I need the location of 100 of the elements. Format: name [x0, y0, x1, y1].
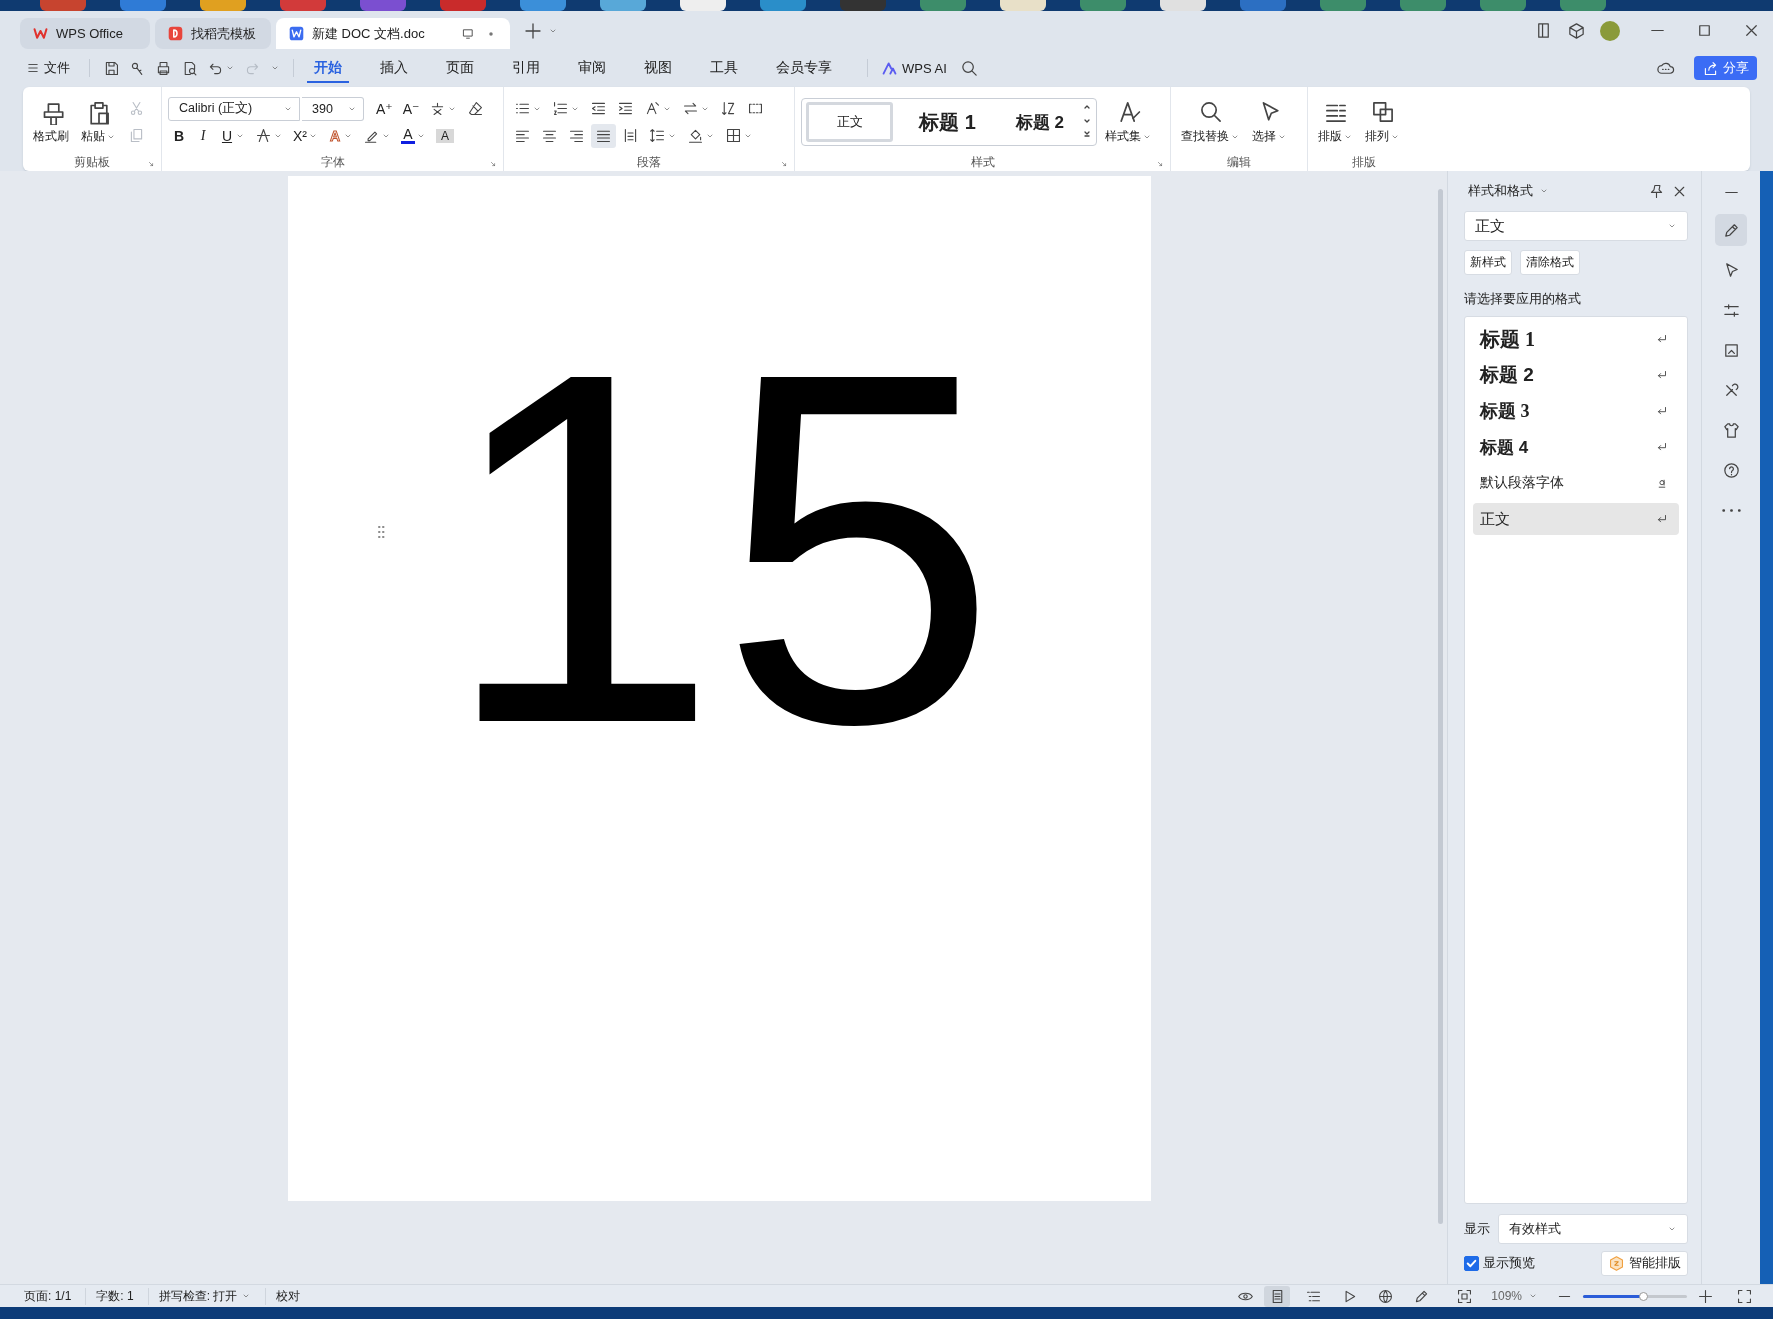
style-item[interactable]: 标题 1 — [1473, 323, 1679, 355]
proofread-button[interactable]: 校对 — [276, 1287, 315, 1305]
cube-icon[interactable] — [1567, 21, 1586, 40]
page-view-button[interactable] — [1264, 1285, 1291, 1307]
swap-arrows-icon — [682, 100, 699, 117]
pin-icon[interactable] — [1648, 182, 1665, 200]
smart-layout-button[interactable]: 智能排版 — [1601, 1251, 1688, 1276]
show-dropdown[interactable]: 有效样式 — [1498, 1214, 1688, 1244]
style-item[interactable]: 正文 — [1473, 503, 1679, 535]
style-set-button[interactable]: 样式集 — [1101, 97, 1156, 147]
badge-icon — [1608, 1255, 1625, 1272]
borders-icon — [725, 127, 742, 144]
paintbrush-button[interactable]: 格式刷 — [29, 97, 73, 147]
wps-logo-icon — [32, 25, 49, 42]
style-item[interactable]: 标题 2 — [1473, 359, 1679, 391]
dialog-launcher-icon[interactable] — [780, 160, 788, 168]
tool-button[interactable]: I — [192, 123, 214, 148]
spell-check-button[interactable]: 拼写检查: 打开 — [158, 1287, 267, 1305]
menu-icon — [26, 61, 40, 75]
desktop-icon[interactable] — [200, 0, 246, 11]
ribbon-tab[interactable]: 引用 — [505, 53, 547, 83]
zoom-in-icon[interactable] — [1697, 1287, 1714, 1305]
help-icon — [1721, 460, 1741, 480]
group-label: 段落 — [637, 154, 661, 170]
search-icon — [959, 58, 979, 78]
ribbon-tab[interactable]: 插入 — [373, 53, 415, 83]
scrollbar[interactable] — [1438, 189, 1443, 1224]
tool-button[interactable]: A⁻ — [398, 96, 424, 121]
search-button[interactable]: 查找替换 — [1177, 97, 1244, 147]
clipboard-button[interactable]: 粘贴 — [77, 97, 120, 147]
desktop-icon[interactable] — [600, 0, 646, 11]
word-count[interactable]: 字数: 1 — [96, 1287, 149, 1305]
font-size-dropdown[interactable]: 390 — [302, 96, 364, 121]
style-preset[interactable]: 正文 — [806, 102, 894, 142]
tool-button[interactable]: B — [168, 123, 190, 148]
document-tab[interactable]: 找稻壳模板 — [155, 18, 271, 49]
style-preset[interactable]: 标题 2 — [1001, 102, 1078, 142]
style-item[interactable]: 标题 4 — [1473, 431, 1679, 463]
slider-thumb[interactable] — [1639, 1291, 1649, 1301]
group-label: 剪贴板 — [74, 154, 110, 170]
current-style-dropdown[interactable]: 正文 — [1464, 211, 1688, 241]
show-label: 显示 — [1464, 1220, 1490, 1238]
document-text: 15 — [441, 298, 998, 798]
paint-bucket-icon — [687, 127, 704, 144]
eraser-icon — [467, 100, 485, 117]
panel-title[interactable]: 样式和格式 — [1468, 182, 1533, 200]
fullscreen-icon[interactable] — [1736, 1287, 1753, 1305]
checkmark-icon — [1465, 1257, 1478, 1270]
globe-icon — [1376, 1287, 1394, 1305]
ribbon-tab[interactable]: 开始 — [307, 53, 349, 83]
sort-icon — [720, 100, 737, 117]
template-logo-icon — [167, 25, 184, 42]
justify-button[interactable] — [591, 123, 616, 148]
zoom-dropdown[interactable]: 109% — [1491, 1289, 1538, 1303]
wps-ai-button[interactable]: WPS AI — [881, 59, 947, 77]
font-name-dropdown[interactable]: Calibri (正文) — [168, 96, 300, 121]
decrease-indent-icon — [590, 100, 607, 117]
ribbon-tab[interactable]: 视图 — [637, 53, 679, 83]
style-item[interactable]: 默认段落字体 — [1473, 467, 1679, 499]
page-count[interactable]: 页面: 1/1 — [24, 1287, 87, 1305]
share-icon — [1702, 59, 1719, 77]
dialog-launcher-icon[interactable] — [489, 160, 497, 168]
desktop-icon[interactable] — [1160, 0, 1206, 11]
zoom-slider[interactable] — [1583, 1294, 1687, 1298]
desktop-icon[interactable] — [680, 0, 726, 11]
dialog-launcher-icon[interactable] — [1156, 160, 1164, 168]
dialog-launcher-icon[interactable] — [147, 160, 155, 168]
ribbon-tab[interactable]: 页面 — [439, 53, 481, 83]
style-preset[interactable]: 标题 1 — [897, 102, 998, 142]
monitor-icon[interactable] — [461, 26, 475, 41]
drag-handle-icon[interactable] — [376, 524, 386, 540]
increase-indent-icon — [617, 100, 634, 117]
document-tab[interactable]: WPS Office — [20, 18, 150, 49]
pen-button[interactable] — [1715, 214, 1747, 246]
ribbon-tab[interactable]: 会员专享 — [769, 53, 839, 83]
style-action-button[interactable]: 清除格式 — [1520, 250, 1580, 275]
tool-button[interactable]: A — [432, 123, 458, 148]
text-layout-button[interactable]: 排版 — [1314, 97, 1357, 147]
preview-checkbox[interactable]: 显示预览 — [1464, 1255, 1535, 1272]
style-item[interactable]: 标题 3 — [1473, 395, 1679, 427]
style-list-label: 请选择要应用的格式 — [1464, 291, 1582, 308]
ribbon-tab[interactable]: 审阅 — [571, 53, 613, 83]
style-action-button[interactable]: 新样式 — [1464, 250, 1512, 275]
document-tab[interactable]: 新建 DOC 文档.doc — [276, 18, 510, 49]
desktop-icon[interactable] — [1000, 0, 1046, 11]
ribbon-tab[interactable]: 工具 — [703, 53, 745, 83]
shirt-icon — [1721, 420, 1741, 440]
overlapping-squares-button[interactable]: 排列 — [1361, 97, 1404, 147]
group-label: 编辑 — [1227, 154, 1251, 170]
tool-button[interactable]: X² — [289, 123, 322, 148]
checkbox[interactable] — [1464, 1256, 1479, 1271]
more-icon — [1721, 508, 1741, 512]
cursor-button[interactable]: 选择 — [1248, 97, 1291, 147]
file-menu-button[interactable]: 文件 — [26, 59, 70, 77]
tool-button[interactable]: U — [216, 123, 249, 148]
save-icon — [103, 59, 120, 77]
tool-button[interactable]: A⁺ — [372, 96, 397, 121]
share-button[interactable]: 分享 — [1694, 56, 1757, 80]
fit-page-icon[interactable] — [1456, 1287, 1474, 1305]
tool-button[interactable]: A — [397, 123, 430, 148]
